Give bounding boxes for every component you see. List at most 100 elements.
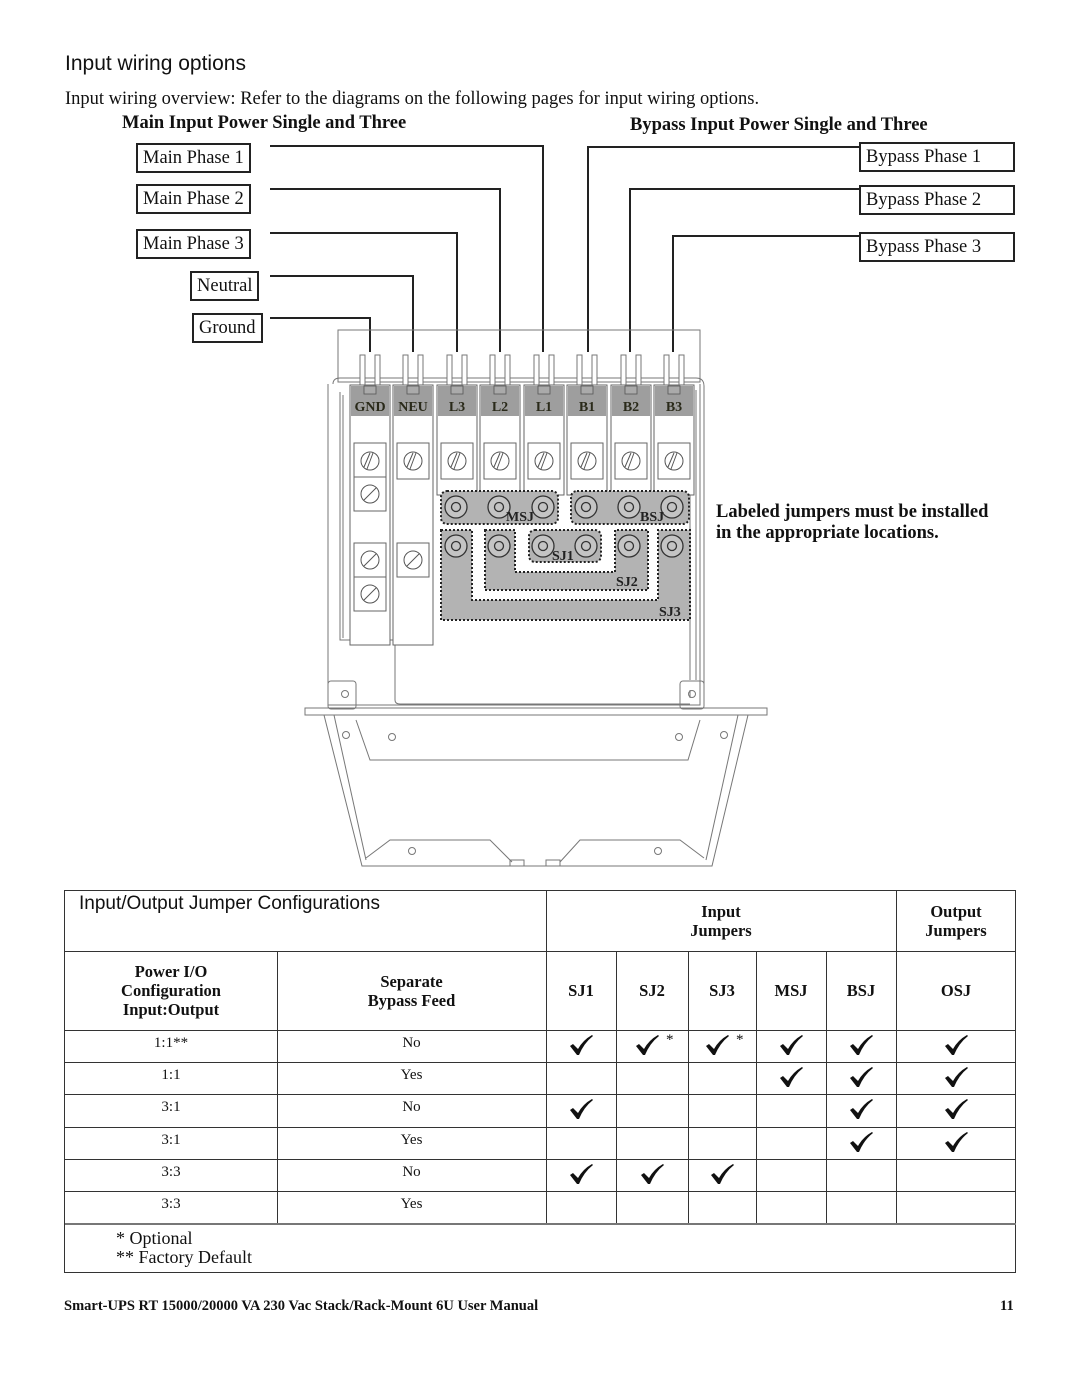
terminal-label: B3 xyxy=(666,400,682,415)
page-number: 11 xyxy=(1000,1298,1014,1314)
wire-bypass-phase-1 xyxy=(587,146,859,352)
checkmark-icon xyxy=(568,1034,594,1056)
cell-config: 1:1 xyxy=(161,1067,181,1084)
footer-title: Smart-UPS RT 15000/20000 VA 230 Vac Stac… xyxy=(64,1298,539,1314)
label-main-phase-2: Main Phase 2 xyxy=(136,184,251,214)
col-header-bypass: Separate Bypass Feed xyxy=(277,951,546,1030)
col-header-config-line3: Input:Output xyxy=(122,1000,220,1019)
cell-bypass-feed: Yes xyxy=(400,1067,423,1084)
checkmark-icon xyxy=(778,1034,804,1056)
footnote-factory-default: ** Factory Default xyxy=(116,1247,252,1267)
wire-main-phase-1 xyxy=(270,145,544,352)
terminal-label: B1 xyxy=(579,400,595,415)
cell-config: 3:1 xyxy=(161,1099,181,1116)
divider xyxy=(65,1062,1016,1064)
col-header-sj3: SJ3 xyxy=(709,981,735,1000)
col-header-sj1: SJ1 xyxy=(568,981,594,1000)
checkmark-icon xyxy=(568,1163,594,1185)
table-footnotes: * Optional ** Factory Default xyxy=(116,1229,252,1267)
terminal-label: B2 xyxy=(623,400,639,415)
terminal-l3: L3 xyxy=(436,354,478,496)
checkmark-icon xyxy=(848,1066,874,1088)
footnote-optional: * Optional xyxy=(116,1228,193,1248)
cell-bypass-feed: Yes xyxy=(400,1196,423,1212)
divider xyxy=(826,951,827,1223)
output-jumpers-header: Output Jumpers xyxy=(896,891,1016,951)
wire-bypass-phase-2 xyxy=(629,188,859,352)
label-main-phase-1: Main Phase 1 xyxy=(136,143,251,173)
terminal-label: L2 xyxy=(492,400,508,415)
divider xyxy=(756,951,757,1223)
checkmark-icon xyxy=(943,1131,969,1153)
divider xyxy=(65,1126,1016,1128)
checkmark-icon xyxy=(943,1098,969,1120)
jumper-label-msj: MSJ xyxy=(506,510,534,525)
jumper-config-table: Input/Output Jumper Configurations Input… xyxy=(64,890,1016,1273)
divider xyxy=(65,1191,1016,1192)
checkmark-icon xyxy=(848,1131,874,1153)
terminal-b3: B3 xyxy=(653,354,695,496)
cell-config: 1:1** xyxy=(153,1035,189,1051)
divider xyxy=(65,1158,1016,1160)
divider xyxy=(277,951,278,1223)
col-header-bsj: BSJ xyxy=(846,981,876,1000)
label-ground: Ground xyxy=(192,313,263,343)
cell-bypass-feed: Yes xyxy=(400,1131,423,1148)
col-header-config-line1: Power I/O xyxy=(134,962,208,981)
col-header-config: Power I/O Configuration Input:Output xyxy=(65,951,277,1030)
terminal-gnd: GND xyxy=(349,354,391,646)
col-header-osj: OSJ xyxy=(940,981,972,1000)
input-jumpers-header-line1: Input xyxy=(701,902,741,921)
terminal-l2: L2 xyxy=(479,354,521,496)
checkmark-icon xyxy=(634,1034,660,1056)
terminal-label: L1 xyxy=(536,400,552,415)
checkmark-icon xyxy=(943,1034,969,1056)
cell-config: 3:3 xyxy=(161,1196,181,1212)
input-jumpers-header: Input Jumpers xyxy=(546,891,896,951)
col-header-msj: MSJ xyxy=(774,981,808,1000)
checkmark-icon xyxy=(704,1034,730,1056)
checkmark-icon xyxy=(709,1163,735,1185)
checkmark-icon xyxy=(848,1034,874,1056)
label-bypass-phase-2: Bypass Phase 2 xyxy=(859,185,1015,215)
label-bypass-phase-1: Bypass Phase 1 xyxy=(859,142,1015,172)
terminal-b2: B2 xyxy=(610,354,652,496)
wire-bypass-phase-3 xyxy=(672,235,859,352)
divider xyxy=(65,1223,1016,1225)
wire-ground xyxy=(270,317,371,352)
divider xyxy=(65,1030,1016,1031)
terminal-label: L3 xyxy=(449,400,465,415)
col-header-sj2: SJ2 xyxy=(639,981,665,1000)
wire-leads xyxy=(270,145,859,352)
optional-marker: * xyxy=(666,1032,674,1048)
cell-bypass-feed: No xyxy=(402,1035,421,1051)
optional-marker: * xyxy=(736,1032,744,1048)
output-jumpers-header-line1: Output xyxy=(930,902,982,921)
cell-bypass-feed: No xyxy=(402,1163,421,1180)
divider xyxy=(896,951,897,1223)
input-jumpers-header-line2: Jumpers xyxy=(690,921,752,940)
col-header-bypass-line2: Bypass Feed xyxy=(367,990,456,1010)
label-main-phase-3: Main Phase 3 xyxy=(136,229,251,259)
terminal-l1: L1 xyxy=(523,354,565,496)
checkmark-icon xyxy=(639,1163,665,1185)
checkmark-icon xyxy=(778,1066,804,1088)
checkmark-icon xyxy=(568,1098,594,1120)
divider xyxy=(688,951,689,1223)
table-title: Input/Output Jumper Configurations xyxy=(79,893,381,914)
divider xyxy=(65,1094,1016,1096)
terminal-label: NEU xyxy=(398,400,428,415)
output-jumpers-header-line2: Jumpers xyxy=(925,921,987,940)
wire-main-phase-3 xyxy=(270,232,458,352)
cell-config: 3:1 xyxy=(161,1131,181,1148)
jumper-note: Labeled jumpers must be installed in the… xyxy=(716,502,989,543)
wire-neutral xyxy=(270,275,414,352)
jumper-label-sj2: SJ2 xyxy=(616,575,638,590)
divider xyxy=(65,951,1016,952)
wiring-diagram: GND NEU L3 L2 L1 B1 B2 B3 MSJ BSJ SJ1 SJ2 SJ3 xyxy=(270,145,859,867)
jumper-label-sj3: SJ3 xyxy=(659,605,681,620)
terminal-b1: B1 xyxy=(566,354,608,496)
label-bypass-phase-3: Bypass Phase 3 xyxy=(859,232,1015,262)
divider xyxy=(616,951,617,1223)
wire-main-phase-2 xyxy=(270,188,501,352)
